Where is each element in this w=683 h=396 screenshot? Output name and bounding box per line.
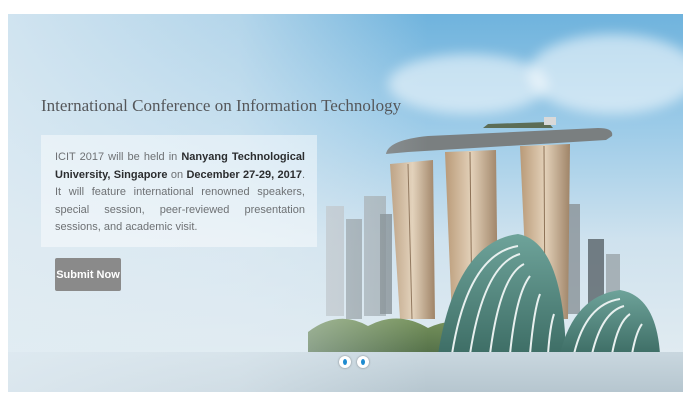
slide-dot-2[interactable] [357,356,369,368]
description-part: ICIT 2017 will be held in [55,151,182,163]
slider-pagination [339,356,369,368]
hero-banner: International Conference on Information … [8,14,683,392]
page-frame: International Conference on Information … [0,0,683,396]
description-part: on [167,168,187,181]
description-text: ICIT 2017 will be held in Nanyang Techno… [55,149,305,237]
slide-dot-1[interactable] [339,356,351,368]
submit-now-button[interactable]: Submit Now [55,258,121,291]
date-text: December 27-29, 2017 [186,168,302,181]
conference-title: International Conference on Information … [41,96,402,115]
description-box: ICIT 2017 will be held in Nanyang Techno… [41,135,317,247]
